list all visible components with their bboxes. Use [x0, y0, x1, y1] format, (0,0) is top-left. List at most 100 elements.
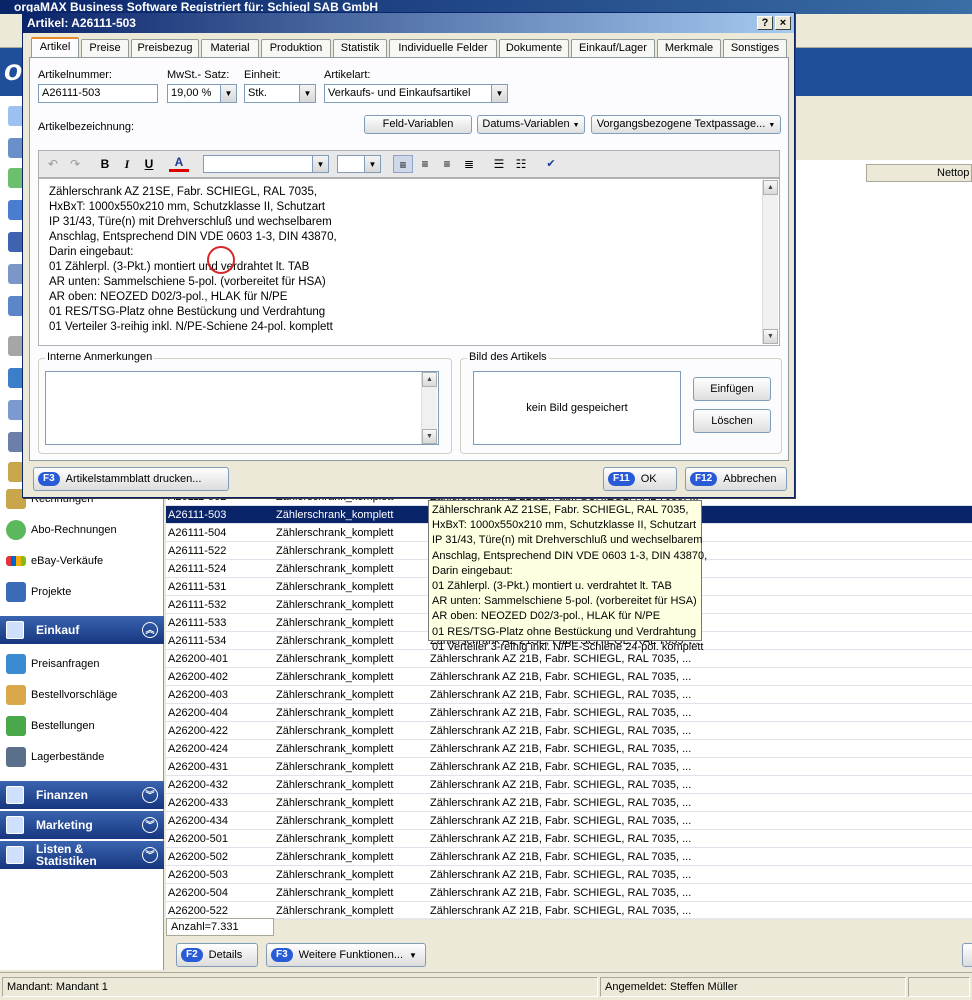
details-button[interactable]: F2 Details [176, 943, 258, 967]
table-row[interactable]: A26200-422 Zählerschrank_komplett Zählersc… [166, 722, 972, 740]
column-header-netto[interactable]: Nettop [866, 164, 972, 182]
table-cell-name: Zählerschrank_komplett [276, 851, 394, 863]
dropdown-arrow-icon: ▼ [572, 122, 580, 129]
chevron-down-icon[interactable]: ︾ [142, 787, 158, 803]
table-row[interactable]: A26200-403 Zählerschrank_komplett Zählersc… [166, 686, 972, 704]
nav-section-label: Finanzen [36, 788, 89, 802]
anmerkungen-scrollbar[interactable]: ▲ ▼ [421, 372, 437, 444]
chevron-down-icon[interactable]: ︾ [142, 817, 158, 833]
chevron-down-icon[interactable]: ▼ [491, 85, 507, 102]
tab-sonstiges[interactable]: Sonstiges [723, 39, 787, 57]
spellcheck-icon[interactable]: ✔ [541, 155, 561, 173]
scroll-up-icon[interactable]: ▲ [763, 180, 778, 195]
nav-item-preisanfragen[interactable]: Preisanfragen [6, 650, 100, 678]
table-row[interactable]: A26200-424 Zählerschrank_komplett Zählersc… [166, 740, 972, 758]
tab-preisbezug[interactable]: Preisbezug [131, 39, 199, 57]
table-row[interactable]: A26200-503 Zählerschrank_komplett Zählersc… [166, 866, 972, 884]
bold-icon[interactable]: B [95, 155, 115, 173]
table-cell-name: Zählerschrank_komplett [276, 815, 394, 827]
artikelbezeichnung-editor[interactable]: Zählerschrank AZ 21SE, Fabr. SCHIEGL, RA… [38, 178, 780, 346]
chevron-up-icon[interactable]: ︽ [142, 622, 158, 638]
align-justify-icon[interactable]: ≣ [459, 155, 479, 173]
editor-scrollbar[interactable]: ▲ ▼ [762, 180, 778, 344]
nav-item-projekte[interactable]: Projekte [6, 578, 71, 606]
table-row[interactable]: A26200-522 Zählerschrank_komplett Zählersc… [166, 902, 972, 920]
record-count-text: Anzahl=7.331 [171, 921, 239, 933]
align-right-icon[interactable]: ≡ [437, 155, 457, 173]
right-edge-button[interactable] [962, 943, 972, 967]
dialog-titlebar[interactable]: Artikel: A26111-503 ? × [23, 13, 794, 33]
mwst-select[interactable]: 19,00 % ▼ [167, 84, 237, 103]
ok-button[interactable]: F11 OK [603, 467, 677, 491]
einheit-select[interactable]: Stk. ▼ [244, 84, 316, 103]
font-size-select[interactable]: ▼ [337, 155, 381, 173]
table-cell-nr: A26200-501 [168, 833, 228, 845]
subscription-invoice-icon [6, 520, 26, 540]
table-row[interactable]: A26200-432 Zählerschrank_komplett Zählersc… [166, 776, 972, 794]
einfuegen-button[interactable]: Einfügen [693, 377, 771, 401]
table-row[interactable]: A26200-502 Zählerschrank_komplett Zählersc… [166, 848, 972, 866]
nav-item-bestellungen[interactable]: Bestellungen [6, 712, 95, 740]
scroll-down-icon[interactable]: ▼ [422, 429, 437, 444]
nav-item-label: Projekte [31, 586, 72, 598]
align-left-icon[interactable]: ≡ [393, 155, 413, 173]
bullet-list-icon[interactable]: ☰ [489, 155, 509, 173]
underline-icon[interactable]: U [139, 155, 159, 173]
nav-section-finanzen[interactable]: Finanzen ︾ [0, 781, 164, 809]
help-button[interactable]: ? [757, 16, 773, 30]
numbered-list-icon[interactable]: ☷ [511, 155, 531, 173]
italic-icon[interactable]: I [117, 155, 137, 173]
font-family-select[interactable]: ▼ [203, 155, 329, 173]
table-row[interactable]: A26200-504 Zählerschrank_komplett Zählersc… [166, 884, 972, 902]
print-stammblatt-button[interactable]: F3 Artikelstammblatt drucken... [33, 467, 229, 491]
tab-einkauf-lager[interactable]: Einkauf/Lager [571, 39, 655, 57]
nav-item-abo-rechnungen[interactable]: Abo-Rechnungen [6, 516, 117, 544]
tab-dokumente[interactable]: Dokumente [499, 39, 569, 57]
table-cell-name: Zählerschrank_komplett [276, 581, 394, 593]
nav-item-bestellvorschlaege[interactable]: Bestellvorschläge [6, 681, 117, 709]
tab-material[interactable]: Material [201, 39, 259, 57]
f2-key-badge: F2 [181, 948, 203, 962]
nav-item-lagerbestaende[interactable]: Lagerbestände [6, 743, 104, 771]
scroll-down-icon[interactable]: ▼ [763, 329, 778, 344]
scroll-up-icon[interactable]: ▲ [422, 372, 437, 387]
nav-item-ebay[interactable]: eBay-Verkäufe [6, 547, 103, 575]
chevron-down-icon[interactable]: ▼ [220, 85, 236, 102]
tab-artikel[interactable]: Artikel [31, 37, 79, 58]
artikelart-select[interactable]: Verkaufs- und Einkaufsartikel ▼ [324, 84, 508, 103]
nav-section-einkauf[interactable]: Einkauf ︽ [0, 616, 164, 644]
tab-statistik[interactable]: Statistik [333, 39, 387, 57]
table-row[interactable]: A26200-434 Zählerschrank_komplett Zählersc… [166, 812, 972, 830]
more-functions-button[interactable]: F3 Weitere Funktionen... ▼ [266, 943, 426, 967]
align-center-icon[interactable]: ≡ [415, 155, 435, 173]
tab-produktion[interactable]: Produktion [261, 39, 331, 57]
cancel-button[interactable]: F12 Abbrechen [685, 467, 787, 491]
textpassage-button[interactable]: Vorgangsbezogene Textpassage... ▼ [591, 115, 781, 134]
redo-icon[interactable]: ↷ [65, 155, 85, 173]
tab-individuelle-felder[interactable]: Individuelle Felder [389, 39, 497, 57]
artikelnummer-field[interactable]: A26111-503 [38, 84, 158, 103]
interne-anmerkungen-textarea[interactable]: ▲ ▼ [45, 371, 439, 445]
close-button[interactable]: × [775, 16, 791, 30]
status-extra [908, 977, 970, 997]
nav-item-label: Abo-Rechnungen [31, 524, 117, 536]
nav-section-marketing[interactable]: Marketing ︾ [0, 811, 164, 839]
feld-variablen-button[interactable]: Feld-Variablen [364, 115, 472, 134]
tab-preise[interactable]: Preise [81, 39, 129, 57]
table-row[interactable]: A26200-431 Zählerschrank_komplett Zählersc… [166, 758, 972, 776]
table-row[interactable]: A26200-404 Zählerschrank_komplett Zählersc… [166, 704, 972, 722]
table-row[interactable]: A26200-501 Zählerschrank_komplett Zählersc… [166, 830, 972, 848]
loeschen-button[interactable]: Löschen [693, 409, 771, 433]
table-cell-desc: Zählerschrank AZ 21B, Fabr. SCHIEGL, RAL… [430, 797, 692, 809]
datums-variablen-button[interactable]: Datums-Variablen ▼ [477, 115, 585, 134]
undo-icon[interactable]: ↶ [43, 155, 63, 173]
table-row[interactable]: A26200-433 Zählerschrank_komplett Zählersc… [166, 794, 972, 812]
dropdown-arrow-icon: ▼ [409, 950, 417, 960]
editor-text[interactable]: Zählerschrank AZ 21SE, Fabr. SCHIEGL, RA… [49, 185, 337, 335]
tab-merkmale[interactable]: Merkmale [657, 39, 721, 57]
nav-section-listen[interactable]: Listen & Statistiken ︾ [0, 841, 164, 869]
table-row[interactable]: A26200-402 Zählerschrank_komplett Zählersc… [166, 668, 972, 686]
font-color-icon[interactable]: A [169, 155, 189, 172]
chevron-down-icon[interactable]: ▼ [299, 85, 315, 102]
chevron-down-icon[interactable]: ︾ [142, 847, 158, 863]
